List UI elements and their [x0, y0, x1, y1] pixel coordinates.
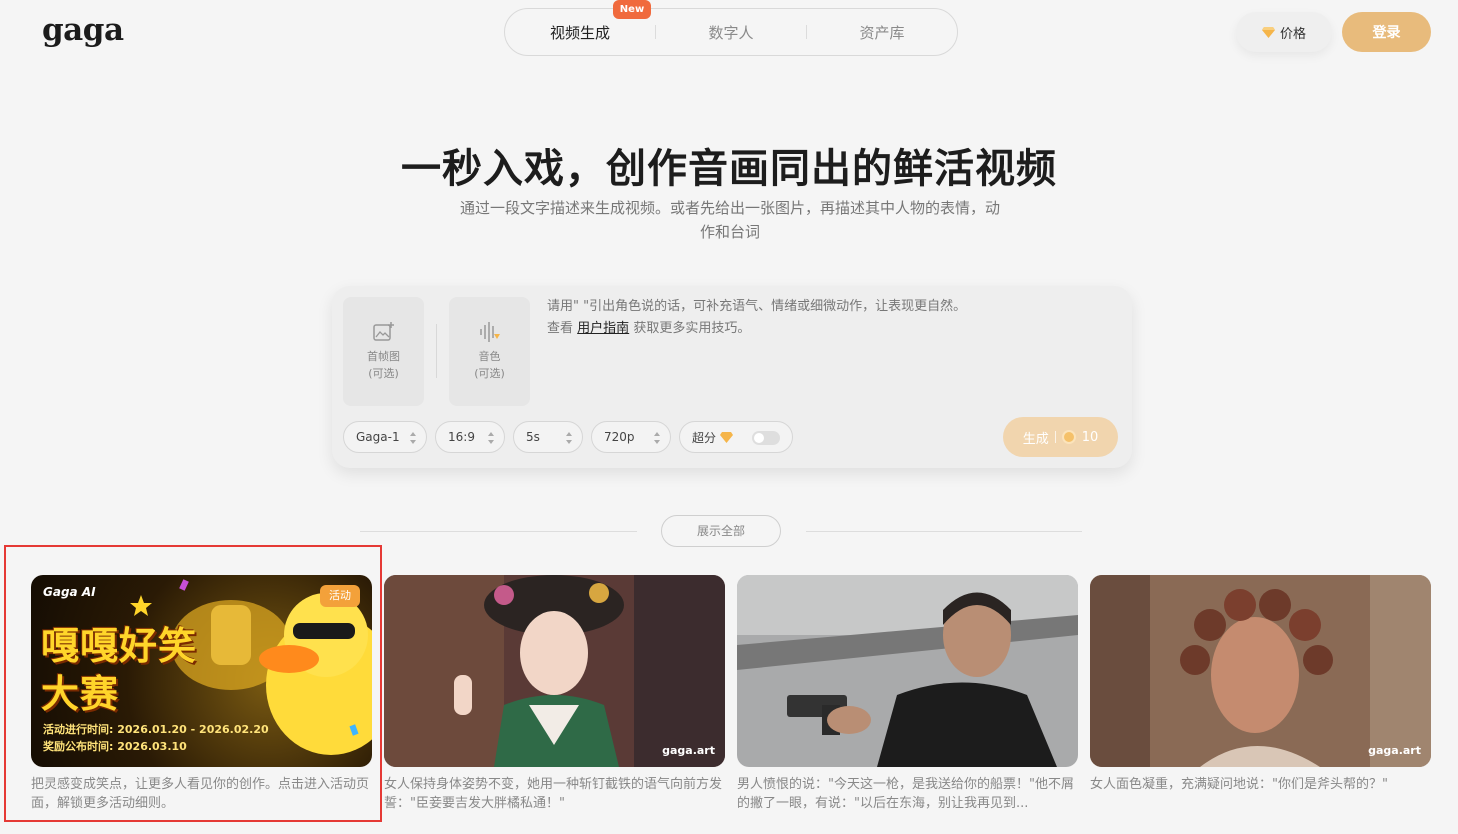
generate-button[interactable]: 生成 10: [1003, 417, 1118, 457]
video-thumbnail[interactable]: gaga.art: [384, 575, 725, 767]
select-caret-icon: [654, 432, 660, 444]
duration-value: 5s: [526, 430, 540, 444]
prompt-hint[interactable]: 请用" "引出角色说的话，可补充语气、情绪或细微动作，让表现更自然。 查看 用户…: [547, 296, 966, 340]
main-nav: 视频生成 数字人 资产库: [504, 8, 958, 56]
gallery-card-video[interactable]: gaga.art 女人保持身体姿势不变，她用一种斩钉截铁的语气向前方发誓："臣妾…: [384, 575, 725, 813]
super-resolution-toggle[interactable]: 超分: [679, 421, 793, 453]
card-caption: 男人愤恨的说："今天这一枪，是我送给你的船票！"他不屑的撇了一眼，有说："以后在…: [737, 777, 1074, 811]
login-button[interactable]: 登录: [1342, 12, 1431, 52]
voice-label: 音色: [478, 349, 501, 363]
gunman-scene: [737, 575, 1078, 767]
first-frame-label: 首帧图: [367, 349, 400, 363]
super-resolution-switch[interactable]: [752, 431, 780, 445]
hint-prefix: 查看: [547, 321, 574, 336]
pricing-button[interactable]: 价格: [1236, 12, 1332, 52]
new-badge: New: [613, 0, 651, 19]
card-caption: 女人保持身体姿势不变，她用一种斩钉截铁的语气向前方发誓："臣妾要吉发大胖橘私通！…: [384, 777, 723, 811]
first-frame-upload[interactable]: 首帧图 (可选): [343, 297, 424, 406]
duration-select[interactable]: 5s: [513, 421, 583, 453]
generate-cost: 10: [1081, 429, 1099, 445]
model-value: Gaga-1: [356, 430, 400, 444]
divider-line: [360, 531, 637, 532]
prompt-hint-line1: 请用" "引出角色说的话，可补充语气、情绪或细微动作，让表现更自然。: [547, 299, 967, 314]
watermark: gaga.art: [662, 744, 715, 757]
model-select[interactable]: Gaga-1: [343, 421, 427, 453]
card-caption: 女人面色凝重，充满疑问地说："你们是斧头帮的？": [1090, 777, 1388, 792]
tab-asset-library[interactable]: 资产库: [807, 22, 957, 43]
page-subtitle: 通过一段文字描述来生成视频。或者先给出一张图片，再描述其中人物的表情，动作和台词: [460, 199, 1001, 241]
prompt-hint-line2: 查看 用户指南 获取更多实用技巧。: [547, 318, 966, 340]
hint-suffix: 获取更多实用技巧。: [633, 321, 751, 336]
generate-label: 生成: [1022, 431, 1049, 447]
prompt-composer: 首帧图 (可选) 音色 (可选) 请用" "引出角色说的话，可补充语气、情绪或细…: [332, 286, 1132, 468]
tab-digital-human[interactable]: 数字人: [656, 22, 806, 43]
image-add-icon: [372, 321, 394, 341]
select-caret-icon: [488, 432, 494, 444]
gaga-logo[interactable]: gaga: [42, 12, 124, 48]
palace-woman-scene: [384, 575, 725, 767]
gallery-card-video[interactable]: 男人愤恨的说："今天这一枪，是我送给你的船票！"他不屑的撇了一眼，有说："以后在…: [737, 575, 1078, 813]
divider-line: [806, 531, 1082, 532]
watermark: gaga.art: [1368, 744, 1421, 757]
credit-coin-icon: [1061, 430, 1076, 444]
show-all-button[interactable]: 展示全部: [661, 515, 781, 547]
voice-wave-icon: [479, 321, 500, 342]
voice-upload[interactable]: 音色 (可选): [449, 297, 530, 406]
user-guide-link[interactable]: 用户指南: [577, 321, 629, 336]
super-resolution-label: 超分: [692, 430, 717, 445]
selection-highlight-box: [4, 545, 382, 822]
resolution-select[interactable]: 720p: [591, 421, 671, 453]
page-title: 一秒入戏，创作音画同出的鲜活视频: [401, 146, 1057, 192]
ratio-select[interactable]: 16:9: [435, 421, 505, 453]
first-frame-note: (可选): [368, 366, 399, 380]
select-caret-icon: [410, 432, 416, 444]
gallery-card-video[interactable]: gaga.art 女人面色凝重，充满疑问地说："你们是斧头帮的？": [1090, 575, 1431, 813]
voice-note: (可选): [474, 366, 505, 380]
video-thumbnail[interactable]: gaga.art: [1090, 575, 1431, 767]
ratio-value: 16:9: [448, 430, 475, 444]
pricing-label: 价格: [1279, 26, 1306, 42]
upload-divider: [436, 324, 437, 378]
select-caret-icon: [566, 432, 572, 444]
tab-video-generation[interactable]: 视频生成: [505, 22, 655, 43]
diamond-icon: [720, 431, 734, 443]
video-thumbnail[interactable]: [737, 575, 1078, 767]
diamond-icon: [1261, 26, 1275, 38]
resolution-value: 720p: [604, 430, 635, 444]
generate-divider: [1054, 431, 1056, 443]
curler-woman-scene: [1090, 575, 1431, 767]
